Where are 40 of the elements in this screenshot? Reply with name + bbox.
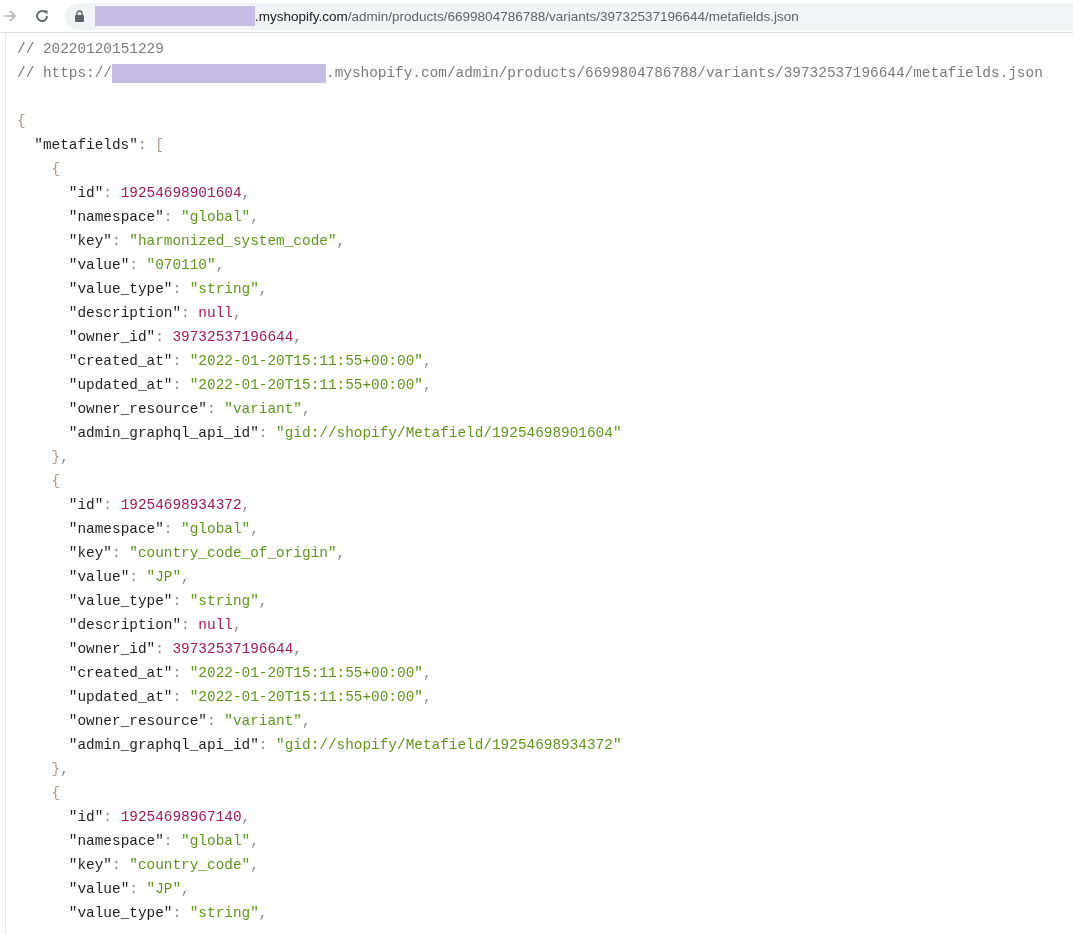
reload-icon[interactable] (34, 8, 50, 24)
code-line: "value": "JP", (68, 568, 190, 587)
code-line: "namespace": "global", (68, 208, 259, 227)
code-line: "updated_at": "2022-01-20T15:11:55+00:00", (68, 688, 432, 707)
code-line: { (17, 112, 26, 131)
code-line: "value_type": "string", (68, 280, 268, 299)
code-line: "id": 19254698967140, (68, 808, 251, 827)
code-line: "description": null, (68, 616, 242, 635)
code-line: "value_type": "string", (68, 592, 268, 611)
code-line: "admin_graphql_api_id": "gid://shopify/Metafield/19254698901604" (68, 424, 622, 443)
code-line: "namespace": "global", (68, 520, 259, 539)
code-line: "key": "harmonized_system_code", (68, 232, 346, 251)
code-line: "namespace": "global", (68, 832, 259, 851)
code-line: "id": 19254698901604, (68, 184, 251, 203)
comment-text: .myshopify.com/admin/products/6699804786788/variants/39732537196644/metafields.json (326, 64, 1043, 83)
code-line: "id": 19254698934372, (68, 496, 251, 515)
comment-text: // https:// (17, 64, 112, 83)
code-line: "description": null, (68, 304, 242, 323)
address-field[interactable]: .myshopify.com/admin/products/6699804786788/variants/39732537196644/metafields.json (65, 2, 1073, 30)
code-line: "key": "country_code", (68, 856, 259, 875)
code-line: "owner_resource": "variant", (68, 712, 311, 731)
code-line: { (51, 160, 61, 179)
code-line: "created_at": "2022-01-20T15:11:55+00:00", (68, 664, 432, 683)
code-line: "updated_at": "2022-01-20T15:11:55+00:00", (68, 376, 432, 395)
code-line: "value_type": "string", (68, 904, 268, 923)
code-line: "owner_id": 39732537196644, (68, 640, 302, 659)
code-line: "metafields": [ (34, 136, 164, 155)
code-line: }, (51, 448, 69, 467)
code-line: "value": "070110", (68, 256, 225, 275)
comment-line: // 20220120151229 (17, 40, 164, 59)
code-line: }, (51, 760, 69, 779)
code-line: "owner_id": 39732537196644, (68, 328, 302, 347)
code-line: "value": "JP", (68, 880, 190, 899)
code-line: { (51, 784, 61, 803)
code-line: { (51, 472, 61, 491)
code-line: "created_at": "2022-01-20T15:11:55+00:00", (68, 352, 432, 371)
lock-icon (75, 10, 84, 22)
code-line: "key": "country_code_of_origin", (68, 544, 346, 563)
code-line: "admin_graphql_api_id": "gid://shopify/Metafield/19254698934372" (68, 736, 622, 755)
code-line: "owner_resource": "variant", (68, 400, 311, 419)
